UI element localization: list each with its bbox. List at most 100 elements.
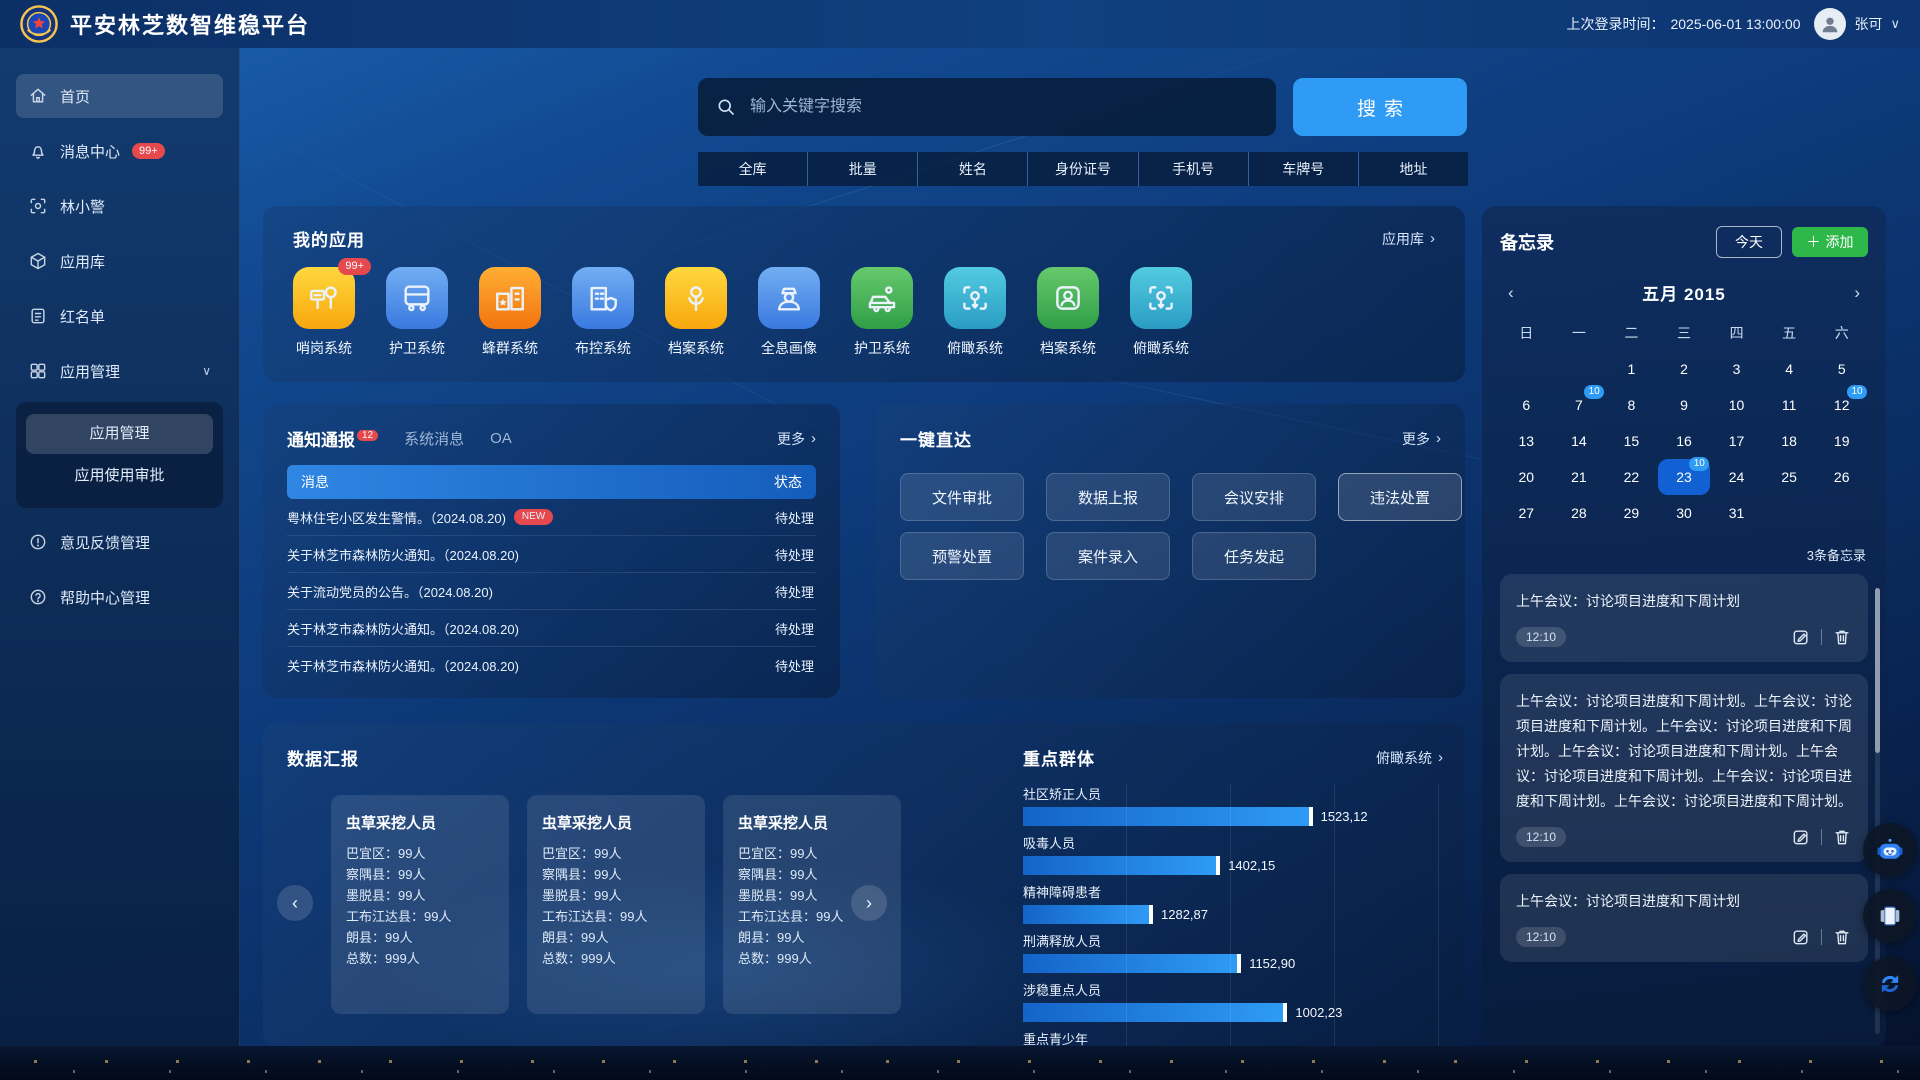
calendar-day-30[interactable]: 30 [1658,495,1711,531]
app-tile-7[interactable]: 俯瞰系统 [944,267,1006,358]
calendar-day-31[interactable]: 31 [1710,495,1763,531]
calendar-day-14[interactable]: 14 [1553,423,1606,459]
sidebar-item-0[interactable]: 首页 [16,74,223,118]
search-input[interactable] [748,97,1258,117]
quick-button-5[interactable]: 案件录入 [1046,532,1170,580]
trash-icon[interactable] [1832,627,1852,647]
app-tile-3[interactable]: 布控系统 [572,267,634,358]
search-tab-6[interactable]: 地址 [1358,152,1468,186]
police-emblem-logo [20,5,58,43]
today-button[interactable]: 今天 [1716,226,1782,258]
calendar-day-27[interactable]: 27 [1500,495,1553,531]
app-library-link[interactable]: 应用库› [1382,229,1435,249]
sidebar-item-5[interactable]: 应用管理∨ [16,349,223,393]
mobile-panel-icon [1876,902,1904,930]
calendar-day-16[interactable]: 16 [1658,423,1711,459]
app-tile-4[interactable]: 档案系统 [665,267,727,358]
quick-button-6[interactable]: 任务发起 [1192,532,1316,580]
edit-icon[interactable] [1791,927,1811,947]
carousel-next-button[interactable]: › [851,885,887,921]
calendar-day-5[interactable]: 5 [1815,351,1868,387]
floating-sync-button[interactable] [1863,957,1917,1011]
app-tile-6[interactable]: 护卫系统 [851,267,913,358]
tab-system-message[interactable]: 系统消息 [404,428,464,449]
calendar-day-17[interactable]: 17 [1710,423,1763,459]
calendar-prev-button[interactable]: ‹ [1500,283,1522,303]
sidebar-item-6[interactable]: 意见反馈管理 [16,520,223,564]
search-button[interactable]: 搜索 [1293,78,1467,136]
quick-button-4[interactable]: 预警处置 [900,532,1024,580]
calendar-next-button[interactable]: › [1846,283,1868,303]
search-tab-3[interactable]: 身份证号 [1027,152,1137,186]
edit-icon[interactable] [1791,827,1811,847]
tab-notice-report[interactable]: 通知通报12 [287,426,378,451]
calendar-day-26[interactable]: 26 [1815,459,1868,495]
calendar-day-22[interactable]: 22 [1605,459,1658,495]
calendar-day-25[interactable]: 25 [1763,459,1816,495]
app-tile-1[interactable]: 护卫系统 [386,267,448,358]
calendar-day-10[interactable]: 10 [1710,387,1763,423]
trash-icon[interactable] [1832,927,1852,947]
app-tile-0[interactable]: 99+哨岗系统 [293,267,355,358]
calendar-day-11[interactable]: 11 [1763,387,1816,423]
calendar-day-7[interactable]: 710 [1553,387,1606,423]
app-tile-5[interactable]: 全息画像 [758,267,820,358]
calendar-day-28[interactable]: 28 [1553,495,1606,531]
overview-system-link[interactable]: 俯瞰系统› [1376,748,1443,768]
calendar-day-19[interactable]: 19 [1815,423,1868,459]
calendar-day-12[interactable]: 1210 [1815,387,1868,423]
app-tile-9[interactable]: 俯瞰系统 [1130,267,1192,358]
search-tab-0[interactable]: 全库 [698,152,807,186]
tab-oa[interactable]: OA [490,430,512,447]
submenu-item-1[interactable]: 应用使用审批 [26,456,213,496]
app-tile-2[interactable]: 蜂群系统 [479,267,541,358]
notice-row-2[interactable]: 关于流动党员的公告。（2024.08.20)待处理 [287,573,816,610]
calendar-day-6[interactable]: 6 [1500,387,1553,423]
calendar-day-9[interactable]: 9 [1658,387,1711,423]
calendar-day-3[interactable]: 3 [1710,351,1763,387]
calendar-day-13[interactable]: 13 [1500,423,1553,459]
search-tab-5[interactable]: 车牌号 [1248,152,1358,186]
divider [1821,629,1822,645]
calendar-day-2[interactable]: 2 [1658,351,1711,387]
add-memo-button[interactable]: ＋添加 [1792,227,1868,257]
calendar-day-24[interactable]: 24 [1710,459,1763,495]
memo-panel: 备忘录 今天 ＋添加 ‹ 五月 2015 › 日一二三四五六1234567108… [1482,206,1886,1048]
notice-row-4[interactable]: 关于林芝市森林防火通知。（2024.08.20)待处理 [287,647,816,683]
submenu-item-0[interactable]: 应用管理 [26,414,213,454]
quick-button-0[interactable]: 文件审批 [900,473,1024,521]
notice-row-1[interactable]: 关于林芝市森林防火通知。（2024.08.20)待处理 [287,536,816,573]
notice-more-link[interactable]: 更多› [777,429,816,449]
trash-icon[interactable] [1832,827,1852,847]
calendar-day-29[interactable]: 29 [1605,495,1658,531]
bar-category-label: 吸毒人员 [1023,833,1443,852]
app-tile-8[interactable]: 档案系统 [1037,267,1099,358]
search-tab-4[interactable]: 手机号 [1138,152,1248,186]
floating-mobile-panel-button[interactable] [1863,889,1917,943]
edit-icon[interactable] [1791,627,1811,647]
calendar-day-20[interactable]: 20 [1500,459,1553,495]
sidebar-item-3[interactable]: 应用库 [16,239,223,283]
search-tab-1[interactable]: 批量 [807,152,917,186]
search-tab-2[interactable]: 姓名 [917,152,1027,186]
sidebar-item-4[interactable]: 红名单 [16,294,223,338]
notice-row-3[interactable]: 关于林芝市森林防火通知。（2024.08.20)待处理 [287,610,816,647]
calendar-day-1[interactable]: 1 [1605,351,1658,387]
sidebar-item-2[interactable]: 林小警 [16,184,223,228]
quick-button-3[interactable]: 违法处置 [1338,473,1462,521]
calendar-day-4[interactable]: 4 [1763,351,1816,387]
notice-row-0[interactable]: 粤林住宅小区发生警情。（2024.08.20)NEW待处理 [287,499,816,536]
calendar-day-15[interactable]: 15 [1605,423,1658,459]
quick-button-2[interactable]: 会议安排 [1192,473,1316,521]
quick-button-1[interactable]: 数据上报 [1046,473,1170,521]
calendar-day-8[interactable]: 8 [1605,387,1658,423]
calendar-day-18[interactable]: 18 [1763,423,1816,459]
sidebar-item-7[interactable]: 帮助中心管理 [16,575,223,619]
calendar-day-23[interactable]: 2310 [1658,459,1711,495]
user-menu[interactable]: 张可 ∨ [1814,8,1900,40]
quick-access-more-link[interactable]: 更多› [1402,429,1441,449]
carousel-prev-button[interactable]: ‹ [277,885,313,921]
sidebar-item-1[interactable]: 消息中心99+ [16,129,223,173]
floating-robot-assistant-button[interactable] [1863,823,1917,877]
calendar-day-21[interactable]: 21 [1553,459,1606,495]
